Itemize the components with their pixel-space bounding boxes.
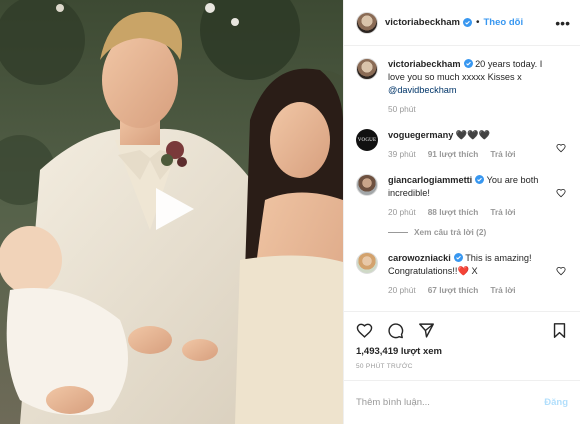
like-comment-heart-icon[interactable] xyxy=(556,143,566,153)
comment-time: 39 phút xyxy=(388,149,416,159)
play-icon xyxy=(156,188,194,230)
comment-time: 20 phút xyxy=(388,207,416,217)
commenter-username[interactable]: giancarlogiammetti xyxy=(388,175,472,185)
reply-button[interactable]: Trả lời xyxy=(490,206,515,219)
verified-badge-icon xyxy=(463,59,473,68)
caption-avatar[interactable] xyxy=(356,58,378,80)
comment-item: carowozniacki This is amazing! Congratul… xyxy=(356,252,568,297)
like-comment-heart-icon[interactable] xyxy=(556,188,566,198)
view-replies-label: Xem câu trả lời (2) xyxy=(414,227,487,237)
comment-likes[interactable]: 91 lượt thích xyxy=(428,148,479,161)
instagram-post: victoriabeckham • Theo dõi ••• victoriab… xyxy=(0,0,580,424)
verified-badge-icon xyxy=(462,18,472,27)
author-username[interactable]: victoriabeckham xyxy=(385,17,460,28)
comment-body: giancarlogiammetti You are both incredib… xyxy=(388,174,560,239)
commenter-username[interactable]: carowozniacki xyxy=(388,253,451,263)
share-icon[interactable] xyxy=(418,322,435,339)
comment-body: voguegermany 🖤🖤🖤 39 phút 91 lượt thích T… xyxy=(388,129,560,161)
comment-meta: 20 phút 67 lượt thích Trả lời xyxy=(388,284,560,297)
commenter-username[interactable]: voguegermany xyxy=(388,130,453,140)
comments-list: victoriabeckham 20 years today. I love y… xyxy=(344,46,580,311)
separator-dot: • xyxy=(475,17,480,28)
comment-text: 🖤🖤🖤 xyxy=(453,130,491,140)
action-icons xyxy=(356,318,568,342)
post-timestamp: 50 PHÚT TRƯỚC xyxy=(356,363,413,370)
more-options-icon[interactable]: ••• xyxy=(555,15,570,31)
verified-badge-icon xyxy=(475,175,485,184)
comment-body: carowozniacki This is amazing! Congratul… xyxy=(388,252,560,297)
comment-likes[interactable]: 88 lượt thích xyxy=(428,206,479,219)
comment-meta: 39 phút 91 lượt thích Trả lời xyxy=(388,148,560,161)
play-button[interactable] xyxy=(150,186,196,232)
bookmark-icon[interactable] xyxy=(551,322,568,339)
reply-button[interactable]: Trả lời xyxy=(490,148,515,161)
comment-input[interactable] xyxy=(356,397,545,408)
reply-button[interactable]: Trả lời xyxy=(490,284,515,297)
caption: victoriabeckham 20 years today. I love y… xyxy=(356,58,568,116)
view-count[interactable]: 1,493,419 lượt xem xyxy=(356,346,568,357)
comment-icon[interactable] xyxy=(387,322,404,339)
caption-mention[interactable]: @davidbeckham xyxy=(388,85,457,95)
comment-meta: 20 phút 88 lượt thích Trả lời xyxy=(388,206,560,219)
heart-icon[interactable] xyxy=(356,322,373,339)
like-comment-heart-icon[interactable] xyxy=(556,266,566,276)
post-comment-button[interactable]: Đăng xyxy=(544,397,568,408)
commenter-avatar[interactable] xyxy=(356,252,378,274)
comment-text-end: X xyxy=(468,266,478,276)
comment-item: giancarlogiammetti You are both incredib… xyxy=(356,174,568,239)
caption-body: victoriabeckham 20 years today. I love y… xyxy=(388,58,560,116)
commenter-avatar[interactable] xyxy=(356,174,378,196)
comment-time: 20 phút xyxy=(388,285,416,295)
post-video[interactable] xyxy=(0,0,343,424)
caption-username[interactable]: victoriabeckham xyxy=(388,59,461,69)
replies-divider xyxy=(388,232,408,233)
red-heart-emoji: ❤️ xyxy=(457,266,469,276)
post-actions: 1,493,419 lượt xem 50 PHÚT TRƯỚC xyxy=(344,311,580,380)
follow-button[interactable]: Theo dõi xyxy=(484,17,524,28)
verified-badge-icon xyxy=(453,253,463,262)
view-replies-button[interactable]: Xem câu trả lời (2) xyxy=(388,226,560,239)
post-sidebar: victoriabeckham • Theo dõi ••• victoriab… xyxy=(343,0,580,424)
author-avatar[interactable] xyxy=(356,11,378,34)
post-header: victoriabeckham • Theo dõi ••• xyxy=(344,0,580,46)
add-comment-bar: Đăng xyxy=(344,380,580,424)
caption-meta: 50 phút xyxy=(388,103,560,116)
caption-time: 50 phút xyxy=(388,104,416,114)
comment-item: VOGUE voguegermany 🖤🖤🖤 39 phút 91 lượt t… xyxy=(356,129,568,161)
commenter-avatar[interactable]: VOGUE xyxy=(356,129,378,151)
comment-likes[interactable]: 67 lượt thích xyxy=(428,284,479,297)
